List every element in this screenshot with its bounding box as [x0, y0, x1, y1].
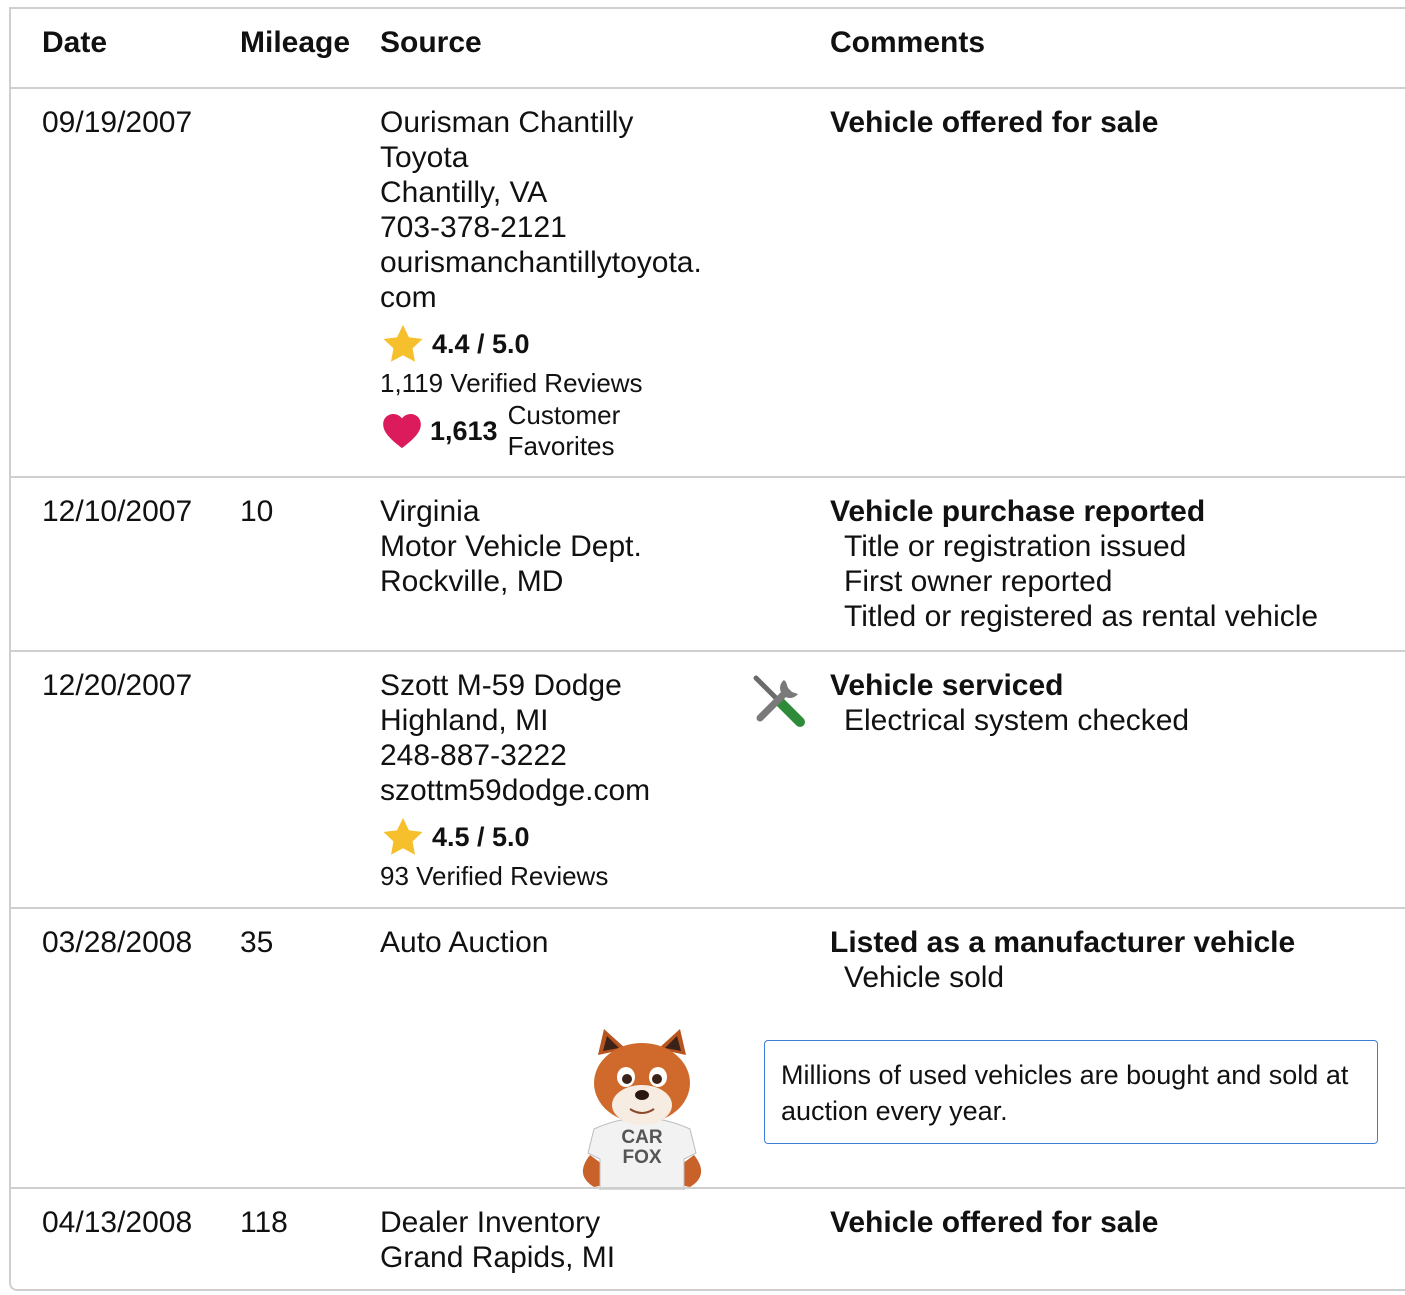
verified-reviews-link[interactable]: 93 Verified Reviews: [380, 861, 608, 892]
dealer-rating: 4.4 / 5.0: [382, 324, 530, 364]
row-mileage: 10: [240, 495, 274, 528]
row-divider: [10, 476, 1405, 478]
rating-value: 4.4 / 5.0: [432, 328, 530, 359]
row-divider: [10, 907, 1405, 909]
comment-title: Listed as a manufacturer vehicle: [830, 926, 1296, 959]
dealer-website-link[interactable]: ourismanchantillytoyota.: [380, 245, 702, 280]
verified-reviews-link[interactable]: 1,119 Verified Reviews: [380, 368, 643, 399]
row-date: 12/20/2007: [42, 669, 193, 702]
comment-line: Vehicle sold: [844, 961, 1005, 994]
comment-title: Vehicle purchase reported: [830, 495, 1206, 528]
dealer-website-link[interactable]: szottm59dodge.com: [380, 773, 650, 808]
row-comments: Vehicle purchase reported Title or regis…: [830, 494, 1318, 634]
row-mileage: 35: [240, 926, 274, 959]
row-source: Auto Auction: [380, 926, 549, 959]
comment-title: Vehicle serviced: [830, 669, 1064, 702]
row-source: Dealer Inventory Grand Rapids, MI: [380, 1206, 616, 1274]
carfox-mascot-icon: CAR FOX: [582, 1029, 702, 1190]
row-comments: Vehicle serviced Electrical system check…: [830, 668, 1189, 738]
star-icon: [383, 817, 423, 855]
header-comments: Comments: [830, 26, 986, 59]
shirt-text-fox: FOX: [622, 1147, 661, 1168]
header-mileage: Mileage: [240, 26, 351, 59]
favorites-count: 1,613: [430, 415, 498, 446]
row-mileage: 118: [240, 1206, 288, 1239]
dealer-rating: 4.5 / 5.0: [382, 817, 530, 857]
comment-line: Titled or registered as rental vehicle: [844, 600, 1319, 633]
comment-line: Electrical system checked: [844, 704, 1190, 737]
row-comments: Listed as a manufacturer vehicle Vehicle…: [830, 925, 1295, 995]
favorites-label: Customer Favorites: [507, 400, 621, 461]
row-date: 12/10/2007: [42, 495, 193, 528]
rating-value: 4.5 / 5.0: [432, 821, 530, 852]
row-source: Virginia Motor Vehicle Dept. Rockville, …: [380, 495, 642, 598]
comment-title: Vehicle offered for sale: [830, 106, 1159, 139]
row-source: Ourisman Chantilly Toyota Chantilly, VA …: [380, 106, 702, 314]
row-date: 03/28/2008: [42, 926, 193, 959]
row-divider: [10, 1187, 1405, 1189]
comment-title: Vehicle offered for sale: [830, 1206, 1159, 1239]
star-icon: [383, 324, 423, 362]
comment-line: Title or registration issued: [844, 530, 1187, 563]
heart-icon: [383, 413, 421, 449]
service-tools-icon: [753, 675, 805, 727]
auction-tip-box: Millions of used vehicles are bought and…: [764, 1040, 1378, 1144]
row-date: 04/13/2008: [42, 1206, 193, 1239]
header-date: Date: [42, 26, 108, 59]
header-source: Source: [380, 26, 482, 59]
row-source: Szott M-59 Dodge Highland, MI 248-887-32…: [380, 669, 651, 808]
customer-favorites: 1,613 Customer Favorites: [382, 400, 620, 462]
row-divider: [10, 650, 1405, 652]
row-date: 09/19/2007: [42, 106, 193, 139]
comment-line: First owner reported: [844, 565, 1113, 598]
shirt-text-car: CAR: [621, 1127, 662, 1148]
header-divider: [10, 87, 1405, 89]
